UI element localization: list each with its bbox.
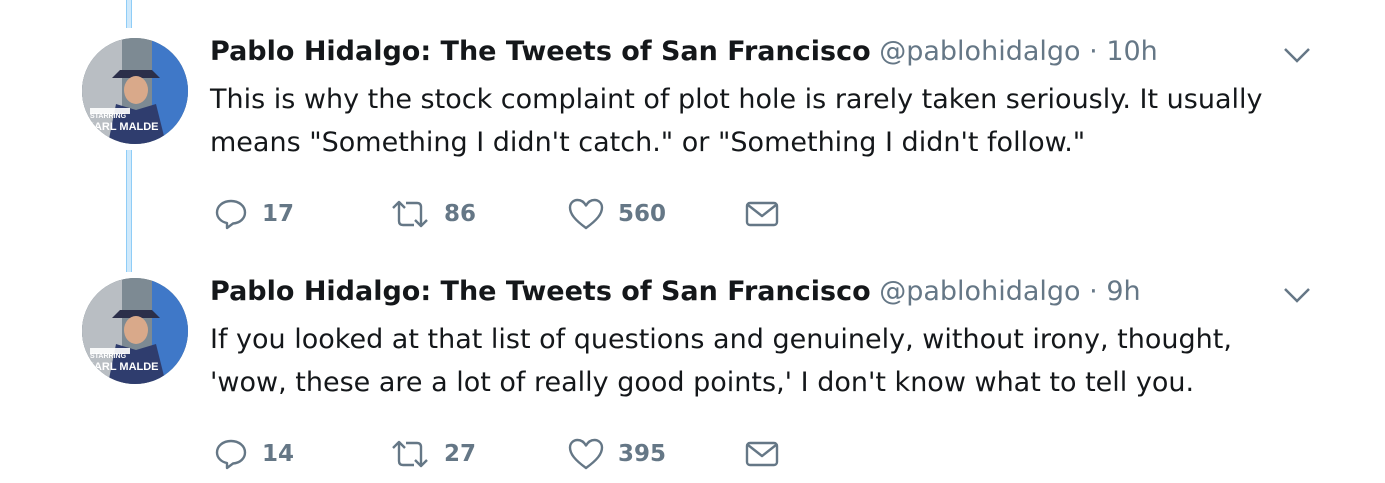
direct-message-button[interactable] [744, 194, 780, 234]
tweet[interactable]: STARRING KARL MALDE Pablo Hidalgo: The T… [0, 240, 1385, 480]
avatar[interactable]: STARRING KARL MALDE [82, 38, 188, 144]
heart-icon [568, 438, 604, 470]
avatar[interactable]: STARRING KARL MALDE [82, 278, 188, 384]
separator-dot: · [1089, 276, 1098, 307]
chevron-down-icon[interactable] [1280, 42, 1314, 68]
avatar-caption-bottom: KARL MALDE [86, 361, 159, 373]
avatar-caption-top: STARRING [90, 113, 127, 120]
author-handle[interactable]: @pablohidalgo [879, 276, 1080, 307]
timestamp[interactable]: 9h [1106, 276, 1140, 307]
avatar-caption-bottom: KARL MALDE [86, 121, 159, 133]
timestamp[interactable]: 10h [1106, 36, 1157, 67]
like-count: 395 [618, 441, 667, 467]
retweet-button[interactable]: 27 [390, 434, 476, 474]
like-button[interactable]: 560 [568, 194, 666, 234]
direct-message-button[interactable] [744, 434, 780, 474]
reply-icon [215, 199, 247, 230]
separator-dot: · [1089, 36, 1098, 67]
retweet-count: 86 [444, 201, 477, 227]
retweet-count: 27 [444, 441, 477, 467]
tweet-header: Pablo Hidalgo: The Tweets of San Francis… [210, 36, 1158, 68]
heart-icon [568, 198, 604, 230]
author-name[interactable]: Pablo Hidalgo: The Tweets of San Francis… [210, 36, 871, 67]
tweet[interactable]: STARRING KARL MALDE Pablo Hidalgo: The T… [0, 0, 1385, 240]
reply-button[interactable]: 14 [214, 434, 294, 474]
reply-button[interactable]: 17 [214, 194, 294, 234]
envelope-icon [745, 441, 779, 467]
retweet-icon [392, 440, 428, 468]
reply-icon [215, 439, 247, 470]
author-name[interactable]: Pablo Hidalgo: The Tweets of San Francis… [210, 276, 871, 307]
tweet-text: If you looked at that list of questions … [210, 324, 1232, 398]
avatar-caption-top: STARRING [90, 353, 127, 360]
tweet-header: Pablo Hidalgo: The Tweets of San Francis… [210, 276, 1141, 308]
like-button[interactable]: 395 [568, 434, 666, 474]
retweet-button[interactable]: 86 [390, 194, 476, 234]
reply-count: 14 [262, 441, 295, 467]
tweet-text: This is why the stock complaint of plot … [210, 84, 1263, 158]
like-count: 560 [618, 201, 667, 227]
chevron-down-icon[interactable] [1280, 282, 1314, 308]
retweet-icon [392, 200, 428, 228]
author-handle[interactable]: @pablohidalgo [879, 36, 1080, 67]
reply-count: 17 [262, 201, 295, 227]
envelope-icon [745, 201, 779, 227]
